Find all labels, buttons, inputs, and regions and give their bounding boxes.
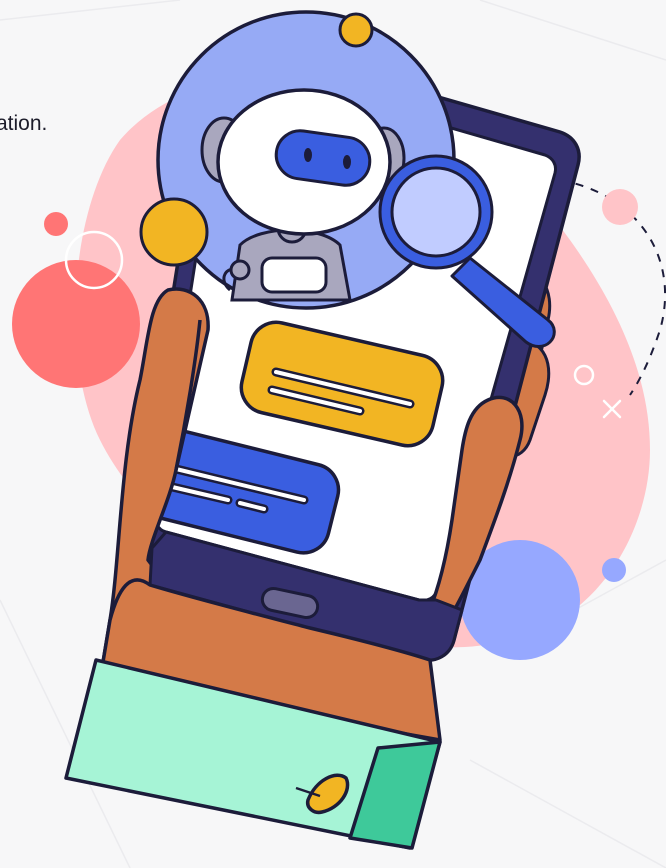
yellow-dot-left <box>139 197 209 267</box>
illustration-stage: ation. <box>0 0 666 868</box>
yellow-dot-top <box>338 12 374 48</box>
pink-dot-right <box>602 189 638 225</box>
magnifier-lens <box>390 166 482 258</box>
robot-chest-panel <box>260 256 328 294</box>
robot-eye-right <box>343 155 351 169</box>
robot-eye-left <box>304 148 312 162</box>
small-coral-dot <box>44 212 68 236</box>
robot-icon <box>156 10 456 310</box>
blue-dot-right <box>602 558 626 582</box>
robot-arm-joint <box>229 259 251 281</box>
coral-circle <box>12 260 140 388</box>
chatbot-phone-illustration <box>0 0 666 868</box>
